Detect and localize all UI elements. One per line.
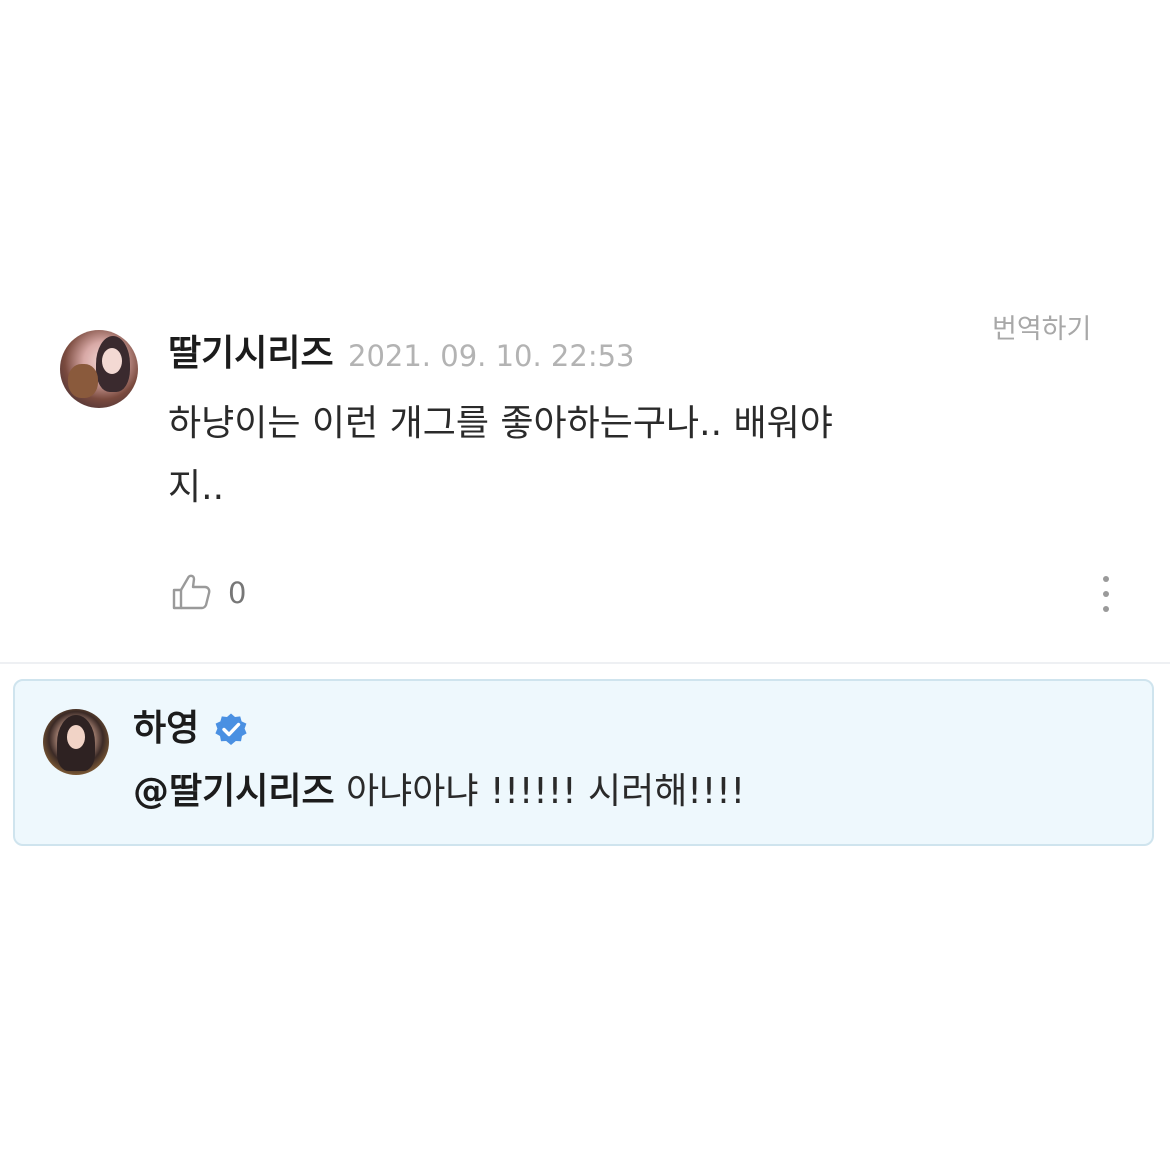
avatar-teddy-bear <box>68 364 98 398</box>
like-count: 0 <box>228 576 247 610</box>
comment-body: 하냥이는 이런 개그를 좋아하는구나.. 배워야 지.. <box>168 392 928 520</box>
avatar-face <box>102 348 122 374</box>
verified-badge-icon <box>215 713 247 745</box>
comment-item: 딸기시리즈 2021. 09. 10. 22:53 번역하기 하냥이는 이런 개… <box>0 0 1170 664</box>
more-dot <box>1103 591 1109 597</box>
comment-body-line-1: 하냥이는 이런 개그를 좋아하는구나.. 배워야 <box>168 403 833 444</box>
avatar-face <box>67 725 85 749</box>
comment-username[interactable]: 딸기시리즈 <box>168 332 334 376</box>
comment-body-line-2: 지.. <box>168 467 225 508</box>
more-dot <box>1103 606 1109 612</box>
more-vertical-icon[interactable] <box>1094 574 1118 614</box>
thumbs-up-icon[interactable] <box>170 570 214 614</box>
more-dot <box>1103 576 1109 582</box>
reply-item: 하영 @딸기시리즈 아냐아냐 !!!!!! 시러해!!!! <box>13 679 1154 846</box>
reply-text: @딸기시리즈 아냐아냐 !!!!!! 시러해!!!! <box>133 769 745 815</box>
reply-avatar[interactable] <box>43 709 109 775</box>
reply-username[interactable]: 하영 <box>133 707 199 751</box>
comment-timestamp: 2021. 09. 10. 22:53 <box>348 339 635 373</box>
divider <box>0 662 1170 664</box>
reply-message: 아냐아냐 !!!!!! 시러해!!!! <box>334 771 746 812</box>
avatar[interactable] <box>60 330 138 408</box>
reply-mention[interactable]: @딸기시리즈 <box>133 771 335 812</box>
translate-button[interactable]: 번역하기 <box>992 312 1091 348</box>
